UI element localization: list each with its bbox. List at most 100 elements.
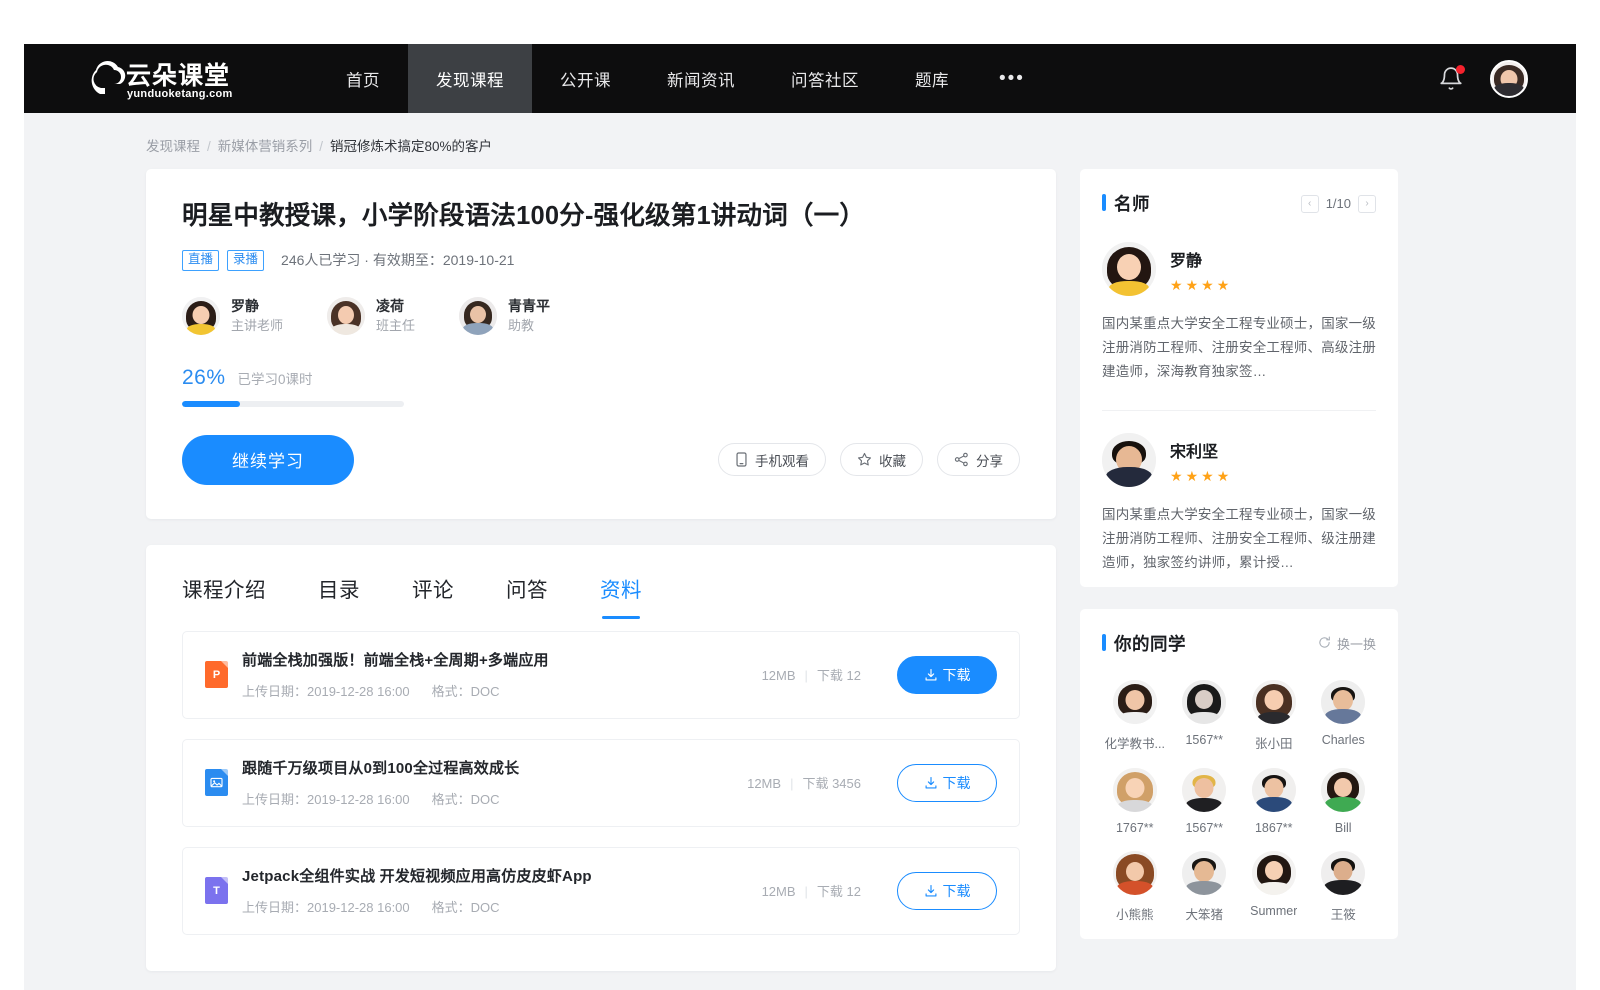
teacher-item[interactable]: 凌荷 班主任: [327, 297, 415, 336]
breadcrumb-item-discover[interactable]: 发现课程: [146, 139, 200, 154]
avatar: [1321, 680, 1365, 724]
avatar: [1252, 851, 1296, 895]
nav-item-more[interactable]: •••: [977, 44, 1047, 113]
user-avatar[interactable]: [1490, 60, 1528, 98]
file-icon-letter: P: [213, 669, 220, 681]
mobile-watch-button[interactable]: 手机观看: [718, 443, 826, 476]
file-title: Jetpack全组件实战 开发短视频应用高仿皮皮虾App: [242, 865, 762, 886]
avatar: [1182, 680, 1226, 724]
file-size: 12MB: [762, 884, 796, 899]
ppt-file-icon: P: [205, 661, 228, 688]
refresh-button[interactable]: 换一换: [1318, 634, 1376, 653]
nav-item-home[interactable]: 首页: [318, 44, 408, 113]
course-detail-tabs-card: 课程介绍 目录 评论 问答 资料 P 前端: [146, 545, 1056, 971]
download-icon: [924, 884, 938, 898]
file-title: 跟随千万级项目从0到100全过程高效成长: [242, 757, 747, 778]
share-label: 分享: [976, 450, 1003, 470]
bell-icon[interactable]: [1438, 66, 1464, 92]
download-button[interactable]: 下载: [897, 656, 997, 694]
refresh-label: 换一换: [1337, 634, 1376, 653]
nav-item-news[interactable]: 新闻资讯: [639, 44, 763, 113]
famous-teachers-panel: 名师 ‹ 1/10 ›: [1080, 169, 1398, 587]
avatar-photo: [1492, 62, 1526, 96]
share-button[interactable]: 分享: [937, 443, 1020, 476]
avatar: [1113, 851, 1157, 895]
file-subtitle: 上传日期：2019-12-28 16:00格式：DOC: [242, 789, 747, 808]
phone-icon: [735, 452, 748, 467]
teacher-card[interactable]: 罗静 ★★★★ 国内某重点大学安全工程专业硕士，国家一级注册消防工程师、注册安全…: [1102, 220, 1376, 390]
teacher-item[interactable]: 罗静 主讲老师: [182, 297, 283, 336]
teacher-role: 主讲老师: [231, 317, 283, 335]
classmate-name: 1867**: [1255, 821, 1293, 835]
material-file-list: P 前端全栈加强版！前端全栈+全周期+多端应用 上传日期：2019-12-28 …: [146, 619, 1056, 935]
logo-icon: 云朵课堂 yunduoketang.com: [82, 56, 272, 102]
avatar: [327, 297, 365, 335]
nav-item-discover-courses[interactable]: 发现课程: [408, 44, 532, 113]
list-item[interactable]: 1767**: [1102, 768, 1168, 835]
list-item[interactable]: 1567**: [1172, 768, 1238, 835]
teacher-item[interactable]: 青青平 助教: [459, 297, 550, 336]
star-icon: ★: [1170, 469, 1183, 483]
classmate-name: 化学教书...: [1105, 733, 1165, 752]
tab-catalog[interactable]: 目录: [318, 573, 360, 619]
tab-materials[interactable]: 资料: [600, 573, 642, 619]
site-logo[interactable]: 云朵课堂 yunduoketang.com: [24, 44, 318, 113]
table-row[interactable]: T Jetpack全组件实战 开发短视频应用高仿皮皮虾App 上传日期：2019…: [182, 847, 1020, 935]
tab-introduction[interactable]: 课程介绍: [182, 573, 266, 619]
file-subtitle: 上传日期：2019-12-28 16:00格式：DOC: [242, 681, 762, 700]
teacher-card[interactable]: 宋利坚 ★★★★ 国内某重点大学安全工程专业硕士，国家一级注册消防工程师、注册安…: [1102, 411, 1376, 581]
breadcrumb-item-series[interactable]: 新媒体营销系列: [218, 139, 313, 154]
list-item[interactable]: 1567**: [1172, 680, 1238, 752]
continue-study-button[interactable]: 继续学习: [182, 435, 354, 485]
teacher-list: 罗静 主讲老师 凌荷: [182, 297, 1020, 336]
avatar: [1321, 851, 1365, 895]
tab-comments[interactable]: 评论: [412, 573, 454, 619]
page-title: 明星中教授课，小学阶段语法100分-强化级第1讲动词（一）: [182, 201, 1020, 233]
avatar: [1321, 768, 1365, 812]
download-button[interactable]: 下载: [897, 872, 997, 910]
list-item[interactable]: Summer: [1241, 851, 1307, 923]
chevron-right-icon[interactable]: ›: [1358, 195, 1376, 213]
avatar: [1113, 680, 1157, 724]
nav-item-qa-community[interactable]: 问答社区: [763, 44, 887, 113]
list-item[interactable]: 小熊熊: [1102, 851, 1168, 923]
star-icon: ★: [1217, 469, 1230, 483]
table-row[interactable]: 跟随千万级项目从0到100全过程高效成长 上传日期：2019-12-28 16:…: [182, 739, 1020, 827]
list-item[interactable]: 张小田: [1241, 680, 1307, 752]
progress-bar: [182, 401, 404, 407]
list-item[interactable]: 大笨猪: [1172, 851, 1238, 923]
svg-text:云朵课堂: 云朵课堂: [126, 61, 230, 90]
favorite-button[interactable]: 收藏: [840, 443, 923, 476]
chevron-left-icon[interactable]: ‹: [1301, 195, 1319, 213]
nav-item-public-class[interactable]: 公开课: [532, 44, 639, 113]
list-item[interactable]: 化学教书...: [1102, 680, 1168, 752]
classmates-grid: 化学教书... 1567** 张小田 Charles 1767** 1567**…: [1102, 660, 1376, 923]
classmate-name: 张小田: [1255, 733, 1293, 752]
classmates-panel: 你的同学 换一换 化学教书...: [1080, 609, 1398, 939]
avatar: [1102, 433, 1156, 487]
list-item[interactable]: 王筱: [1311, 851, 1377, 923]
avatar: [459, 297, 497, 335]
classmate-name: 王筱: [1331, 904, 1356, 923]
share-icon: [954, 452, 969, 467]
table-row[interactable]: P 前端全栈加强版！前端全栈+全周期+多端应用 上传日期：2019-12-28 …: [182, 631, 1020, 719]
panel-title-teachers: 名师: [1102, 191, 1150, 216]
download-button[interactable]: 下载: [897, 764, 997, 802]
teacher-description: 国内某重点大学安全工程专业硕士，国家一级注册消防工程师、注册安全工程师、级注册建…: [1102, 503, 1376, 575]
progress-label: 已学习0课时: [238, 368, 313, 388]
tab-qa[interactable]: 问答: [506, 573, 548, 619]
panel-title-classmates: 你的同学: [1102, 631, 1186, 656]
nav-item-question-bank[interactable]: 题库: [887, 44, 977, 113]
breadcrumb-separator: /: [207, 139, 211, 154]
list-item[interactable]: Bill: [1311, 768, 1377, 835]
text-file-icon: T: [205, 877, 228, 904]
image-file-icon: [205, 769, 228, 796]
list-item[interactable]: 1867**: [1241, 768, 1307, 835]
nav-items: 首页 发现课程 公开课 新闻资讯 问答社区 题库 •••: [318, 44, 1047, 113]
progress-percent: 26%: [182, 366, 226, 390]
refresh-icon: [1318, 636, 1331, 652]
file-downloads: 下载 12: [817, 884, 861, 899]
file-format: 格式：DOC: [432, 684, 500, 699]
list-item[interactable]: Charles: [1311, 680, 1377, 752]
avatar: [1182, 851, 1226, 895]
